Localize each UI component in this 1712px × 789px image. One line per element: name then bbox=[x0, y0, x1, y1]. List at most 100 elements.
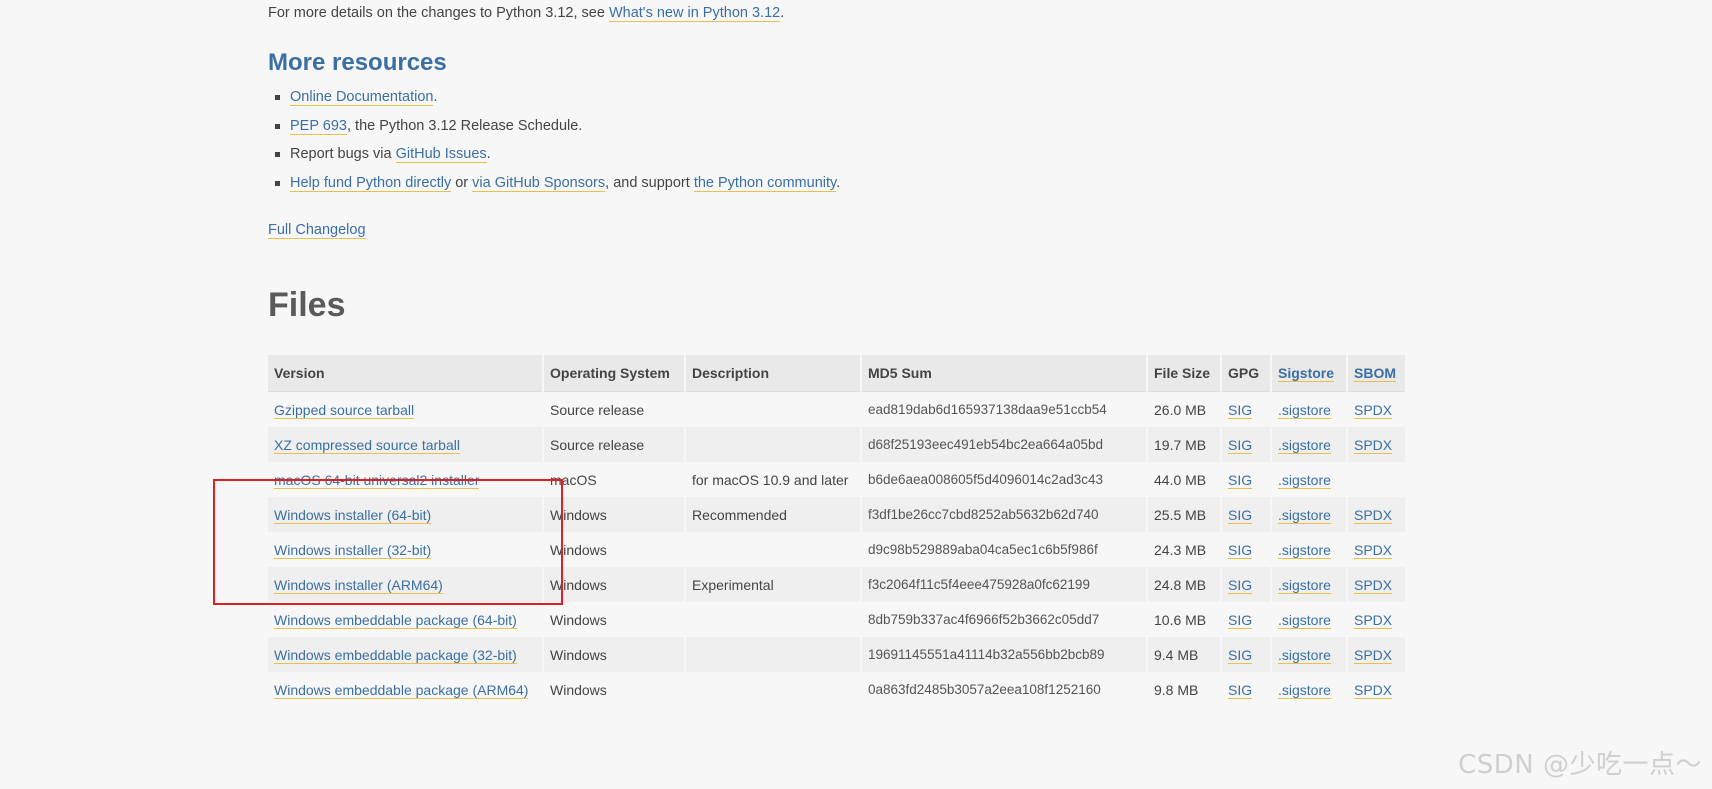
resource-link[interactable]: PEP 693 bbox=[290, 117, 347, 135]
version-cell: Windows installer (32-bit) bbox=[268, 532, 542, 567]
gpg-cell: SIG bbox=[1222, 602, 1270, 637]
version-link[interactable]: Windows installer (ARM64) bbox=[274, 576, 443, 594]
header-sigstore[interactable]: Sigstore bbox=[1272, 355, 1346, 392]
gpg-cell: SIG bbox=[1222, 637, 1270, 672]
resource-link[interactable]: the Python community bbox=[693, 175, 837, 193]
resource-link[interactable]: Online Documentation bbox=[290, 89, 434, 106]
version-link[interactable]: Windows embeddable package (64-bit) bbox=[274, 611, 517, 629]
files-table: Version Operating System Description MD5… bbox=[266, 355, 1407, 707]
sigstore-link[interactable]: .sigstore bbox=[1278, 401, 1331, 419]
os-cell: Source release bbox=[544, 427, 684, 462]
intro-text: For more details on the changes to Pytho… bbox=[268, 5, 609, 21]
gpg-sig-link[interactable]: SIG bbox=[1228, 471, 1253, 489]
sigstore-cell: .sigstore bbox=[1272, 427, 1346, 462]
spdx-link[interactable]: SPDX bbox=[1354, 646, 1393, 664]
size-cell: 9.4 MB bbox=[1148, 637, 1220, 672]
version-link[interactable]: Windows embeddable package (ARM64) bbox=[274, 681, 529, 699]
spdx-link[interactable]: SPDX bbox=[1354, 611, 1393, 629]
version-cell: Windows installer (64-bit) bbox=[268, 497, 542, 532]
version-cell: macOS 64-bit universal2 installer bbox=[268, 462, 542, 497]
md5-cell: d9c98b529889aba04ca5ec1c6b5f986f bbox=[862, 532, 1146, 567]
spdx-link[interactable]: SPDX bbox=[1354, 401, 1393, 419]
header-version: Version bbox=[268, 355, 542, 392]
version-cell: Windows installer (ARM64) bbox=[268, 567, 542, 602]
table-row: Windows installer (32-bit) Windows d9c98b5… bbox=[268, 532, 1405, 567]
resource-item: PEP 693, the Python 3.12 Release Schedul… bbox=[268, 116, 840, 145]
gpg-sig-link[interactable]: SIG bbox=[1228, 401, 1253, 419]
table-row: XZ compressed source tarball Source relea… bbox=[268, 427, 1405, 462]
header-file-size: File Size bbox=[1148, 355, 1220, 392]
version-link[interactable]: XZ compressed source tarball bbox=[274, 436, 460, 454]
version-link[interactable]: Windows installer (64-bit) bbox=[274, 506, 432, 524]
md5-cell: 8db759b337ac4f6966f52b3662c05dd7 bbox=[862, 602, 1146, 637]
gpg-sig-link[interactable]: SIG bbox=[1228, 576, 1253, 594]
sigstore-link[interactable]: .sigstore bbox=[1278, 576, 1331, 594]
md5-cell: b6de6aea008605f5d4096014c2ad3c43 bbox=[862, 462, 1146, 497]
resource-text: . bbox=[486, 146, 491, 163]
os-cell: Windows bbox=[544, 497, 684, 532]
sbom-cell: SPDX bbox=[1348, 567, 1405, 602]
bullet-icon bbox=[275, 181, 280, 187]
sigstore-link[interactable]: .sigstore bbox=[1278, 646, 1331, 664]
version-cell: XZ compressed source tarball bbox=[268, 427, 542, 462]
os-cell: macOS bbox=[544, 462, 684, 497]
resources-list: Online Documentation. PEP 693, the Python… bbox=[268, 87, 840, 202]
sigstore-link[interactable]: .sigstore bbox=[1278, 471, 1331, 489]
size-cell: 25.5 MB bbox=[1148, 497, 1220, 532]
sigstore-link[interactable]: .sigstore bbox=[1278, 541, 1331, 559]
gpg-sig-link[interactable]: SIG bbox=[1228, 681, 1253, 699]
version-cell: Gzipped source tarball bbox=[268, 392, 542, 427]
sbom-cell: SPDX bbox=[1348, 637, 1405, 672]
spdx-link[interactable]: SPDX bbox=[1354, 436, 1393, 454]
resource-link[interactable]: Help fund Python directly bbox=[290, 175, 452, 193]
gpg-sig-link[interactable]: SIG bbox=[1228, 506, 1253, 524]
version-link[interactable]: Gzipped source tarball bbox=[274, 401, 415, 419]
gpg-sig-link[interactable]: SIG bbox=[1228, 611, 1253, 629]
md5-cell: ead819dab6d165937138daa9e51ccb54 bbox=[862, 392, 1146, 427]
sigstore-link[interactable]: .sigstore bbox=[1278, 506, 1331, 524]
spdx-link[interactable]: SPDX bbox=[1354, 541, 1393, 559]
full-changelog-link[interactable]: Full Changelog bbox=[268, 222, 366, 239]
description-cell bbox=[686, 532, 860, 567]
version-link[interactable]: Windows installer (32-bit) bbox=[274, 541, 432, 559]
gpg-cell: SIG bbox=[1222, 427, 1270, 462]
sigstore-link[interactable]: .sigstore bbox=[1278, 436, 1331, 454]
md5-cell: d68f25193eec491eb54bc2ea664a05bd bbox=[862, 427, 1146, 462]
sbom-cell: SPDX bbox=[1348, 602, 1405, 637]
table-row: Windows embeddable package (32-bit) Windo… bbox=[268, 637, 1405, 672]
gpg-sig-link[interactable]: SIG bbox=[1228, 646, 1253, 664]
gpg-sig-link[interactable]: SIG bbox=[1228, 436, 1253, 454]
sigstore-cell: .sigstore bbox=[1272, 602, 1346, 637]
description-cell bbox=[686, 672, 860, 707]
sigstore-cell: .sigstore bbox=[1272, 567, 1346, 602]
sbom-header-link[interactable]: SBOM bbox=[1354, 365, 1396, 382]
header-gpg: GPG bbox=[1222, 355, 1270, 392]
version-link[interactable]: Windows embeddable package (32-bit) bbox=[274, 646, 517, 664]
size-cell: 10.6 MB bbox=[1148, 602, 1220, 637]
header-operating-system: Operating System bbox=[544, 355, 684, 392]
resource-text: . bbox=[836, 175, 841, 192]
resource-text: Report bugs via bbox=[290, 146, 396, 163]
sigstore-link[interactable]: .sigstore bbox=[1278, 611, 1331, 629]
os-cell: Windows bbox=[544, 567, 684, 602]
sigstore-header-link[interactable]: Sigstore bbox=[1278, 365, 1335, 382]
header-sbom[interactable]: SBOM bbox=[1348, 355, 1405, 392]
table-row: Windows embeddable package (ARM64) Window… bbox=[268, 672, 1405, 707]
resource-link[interactable]: GitHub Issues bbox=[395, 146, 487, 164]
sbom-cell: SPDX bbox=[1348, 497, 1405, 532]
version-link[interactable]: macOS 64-bit universal2 installer bbox=[274, 471, 480, 489]
md5-cell: f3c2064f11c5f4eee475928a0fc62199 bbox=[862, 567, 1146, 602]
files-table-header-row: Version Operating System Description MD5… bbox=[268, 355, 1405, 392]
spdx-link[interactable]: SPDX bbox=[1354, 506, 1393, 524]
resource-link[interactable]: via GitHub Sponsors bbox=[472, 175, 606, 193]
spdx-link[interactable]: SPDX bbox=[1354, 576, 1393, 594]
os-cell: Source release bbox=[544, 392, 684, 427]
whats-new-link[interactable]: What's new in Python 3.12 bbox=[608, 5, 781, 22]
sigstore-link[interactable]: .sigstore bbox=[1278, 681, 1331, 699]
gpg-sig-link[interactable]: SIG bbox=[1228, 541, 1253, 559]
spdx-link[interactable]: SPDX bbox=[1354, 681, 1393, 699]
os-cell: Windows bbox=[544, 672, 684, 707]
sbom-cell: SPDX bbox=[1348, 427, 1405, 462]
md5-cell: 19691145551a41114b32a556bb2bcb89 bbox=[862, 637, 1146, 672]
os-cell: Windows bbox=[544, 637, 684, 672]
